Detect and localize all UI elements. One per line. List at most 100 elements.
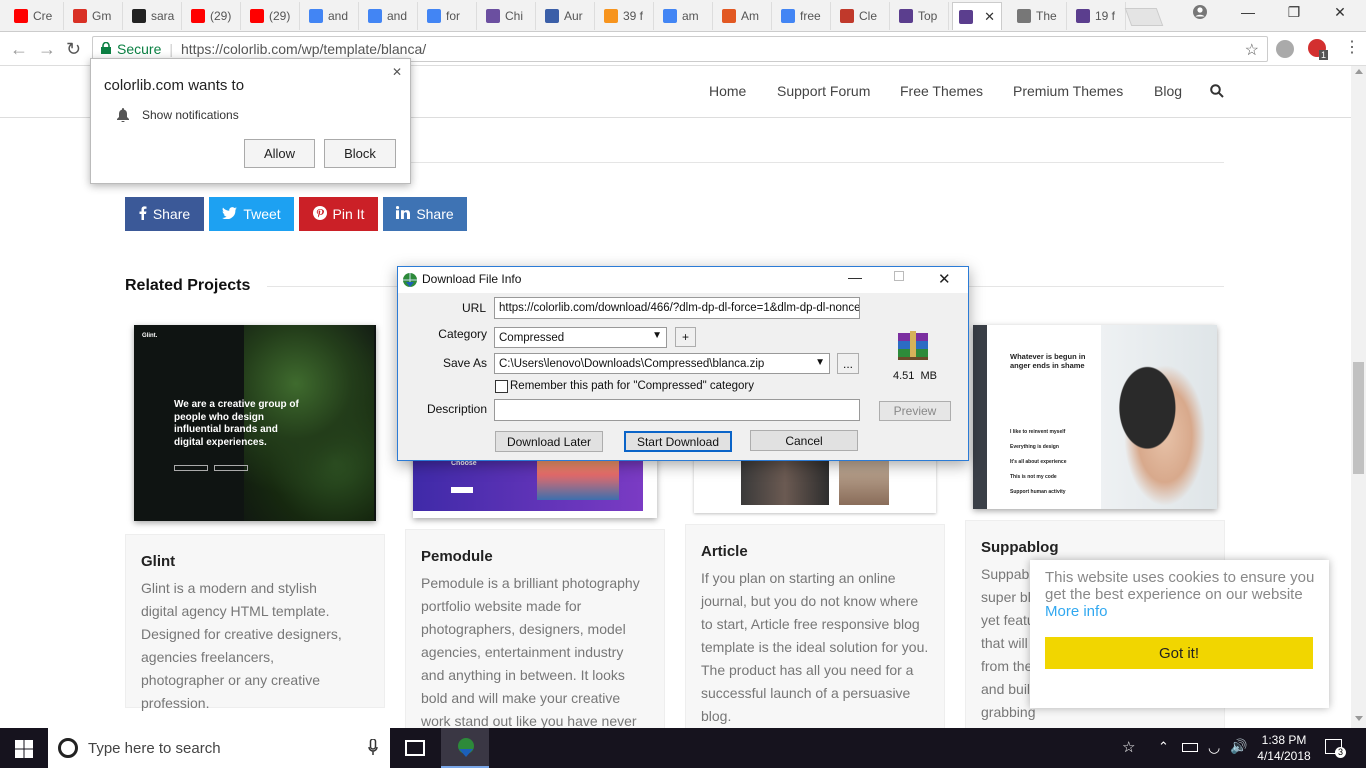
browser-tab[interactable]: The <box>1011 2 1067 30</box>
tab-close-icon[interactable]: ✕ <box>984 9 995 25</box>
remember-checkbox[interactable] <box>495 380 508 393</box>
project-title[interactable]: Suppablog <box>981 539 1059 556</box>
nav-support-forum[interactable]: Support Forum <box>777 83 870 99</box>
wifi-icon[interactable]: ◡ <box>1208 739 1220 756</box>
microphone-icon[interactable] <box>368 738 378 760</box>
scrollbar-thumb[interactable] <box>1353 362 1364 474</box>
forward-icon[interactable]: → <box>38 39 56 60</box>
category-select[interactable]: Compressed ▼ <box>494 327 667 348</box>
browser-tab[interactable]: (29) <box>244 2 300 30</box>
extension-icon[interactable] <box>1276 40 1294 58</box>
category-label: Category <box>438 327 487 341</box>
her-icon <box>604 9 618 23</box>
new-tab-button[interactable] <box>1124 8 1164 26</box>
tab-label: and <box>387 9 408 23</box>
battery-icon[interactable] <box>1182 743 1198 752</box>
pemodule-thumbnail[interactable]: Choose <box>413 455 657 518</box>
browser-tab[interactable]: Cre <box>8 2 64 30</box>
article-thumbnail[interactable] <box>694 455 936 513</box>
taskbar-search-box[interactable]: Type here to search <box>48 728 390 768</box>
reload-icon[interactable]: ↻ <box>66 39 81 60</box>
browser-tab[interactable]: and <box>303 2 359 30</box>
browser-tab[interactable]: for <box>421 2 477 30</box>
page-scrollbar[interactable] <box>1351 66 1366 728</box>
restore-icon[interactable]: ❐ <box>1274 4 1314 21</box>
windows-start-icon[interactable] <box>15 740 33 763</box>
dialog-close-icon[interactable]: ✕ <box>938 270 951 288</box>
download-later-button[interactable]: Download Later <box>495 431 603 452</box>
suppablog-thumbnail[interactable]: Whatever is begun in anger ends in shame… <box>973 325 1217 509</box>
back-icon[interactable]: ← <box>10 39 28 60</box>
dialog-minimize-icon[interactable]: — <box>848 269 862 285</box>
chevron-down-icon: ▼ <box>815 357 825 368</box>
popup-close-icon[interactable]: ✕ <box>392 65 402 79</box>
chevron-down-icon: ▼ <box>652 330 662 341</box>
tab-label: am <box>682 9 699 23</box>
browser-tab[interactable]: and <box>362 2 418 30</box>
task-view-icon[interactable] <box>405 740 425 756</box>
scrollbar-down-icon[interactable] <box>1355 716 1363 721</box>
linkedin-share-button[interactable]: Share <box>383 197 467 231</box>
browser-tab[interactable]: 19 f <box>1070 2 1126 30</box>
action-center-badge: 3 <box>1335 747 1346 758</box>
browser-tab[interactable]: ✕ <box>952 2 1002 30</box>
nav-home[interactable]: Home <box>709 83 746 99</box>
scrollbar-up-icon[interactable] <box>1355 69 1363 74</box>
volume-icon[interactable]: 🔊 <box>1230 738 1247 755</box>
tab-label: Am <box>741 9 759 23</box>
browser-tab[interactable]: (29) <box>185 2 241 30</box>
show-hidden-icons-icon[interactable]: ⌃ <box>1158 739 1169 755</box>
browser-tab[interactable]: 39 f <box>598 2 654 30</box>
close-window-icon[interactable]: ✕ <box>1320 4 1360 21</box>
bookmark-star-icon[interactable]: ☆ <box>1245 40 1259 60</box>
project-card-glint[interactable]: Glint Glint is a modern and stylish digi… <box>125 534 385 711</box>
related-projects-heading: Related Projects <box>125 277 251 294</box>
profile-icon[interactable] <box>1180 4 1220 23</box>
browser-tab[interactable]: Am <box>716 2 772 30</box>
glint-thumbnail[interactable]: Glint. We are a creative group of people… <box>134 325 376 521</box>
tab-label: sara <box>151 9 175 23</box>
menu-icon[interactable]: ⋮ <box>1344 37 1360 57</box>
facebook-share-button[interactable]: Share <box>125 197 204 231</box>
search-icon[interactable] <box>1210 84 1224 101</box>
block-button[interactable]: Block <box>324 139 396 168</box>
project-title[interactable]: Pemodule <box>421 548 493 565</box>
taskbar-idm-app[interactable] <box>441 728 489 768</box>
cookie-more-info-link[interactable]: More info <box>1045 603 1108 620</box>
browser-tab[interactable]: sara <box>126 2 182 30</box>
google-icon <box>309 9 323 23</box>
tab-label: 19 f <box>1095 9 1116 23</box>
browser-tab[interactable]: Top <box>893 2 949 30</box>
pinterest-share-button[interactable]: Pin It <box>299 197 378 231</box>
nav-blog[interactable]: Blog <box>1154 83 1182 99</box>
browser-tab[interactable]: Cle <box>834 2 890 30</box>
secure-label: Secure <box>117 41 162 57</box>
browser-tab[interactable]: free <box>775 2 831 30</box>
start-download-button[interactable]: Start Download <box>624 431 732 452</box>
project-title[interactable]: Article <box>701 543 748 560</box>
twitter-share-button[interactable]: Tweet <box>209 197 294 231</box>
add-category-button[interactable]: + <box>675 327 696 347</box>
taskbar-clock[interactable]: 1:38 PM 4/14/2018 <box>1254 732 1314 764</box>
cookie-accept-button[interactable]: Got it! <box>1045 637 1313 669</box>
save-as-field[interactable]: C:\Users\lenovo\Downloads\Compressed\bla… <box>494 353 830 374</box>
browser-tab[interactable]: am <box>657 2 713 30</box>
browse-button[interactable]: ... <box>837 353 859 374</box>
nav-free-themes[interactable]: Free Themes <box>900 83 983 99</box>
project-card-pemodule[interactable]: Pemodule Pemodule is a brilliant photogr… <box>405 529 665 729</box>
minimize-icon[interactable]: — <box>1228 4 1268 20</box>
project-card-article[interactable]: Article If you plan on starting an onlin… <box>685 524 945 729</box>
remember-label[interactable]: Remember this path for "Compressed" cate… <box>510 380 754 392</box>
url-field[interactable]: https://colorlib.com/download/466/?dlm-d… <box>494 297 860 319</box>
description-field[interactable] <box>494 399 860 421</box>
browser-tab[interactable]: Chi <box>480 2 536 30</box>
tab-label: Aur <box>564 9 583 23</box>
browser-tab[interactable]: Gm <box>67 2 123 30</box>
cancel-button[interactable]: Cancel <box>750 430 858 451</box>
nav-premium-themes[interactable]: Premium Themes <box>1013 83 1123 99</box>
allow-button[interactable]: Allow <box>244 139 315 168</box>
project-description: Glint is a modern and stylish digital ag… <box>141 580 342 711</box>
browser-tab[interactable]: Aur <box>539 2 595 30</box>
project-title[interactable]: Glint <box>141 553 175 570</box>
people-icon[interactable]: ☆ <box>1122 738 1135 756</box>
